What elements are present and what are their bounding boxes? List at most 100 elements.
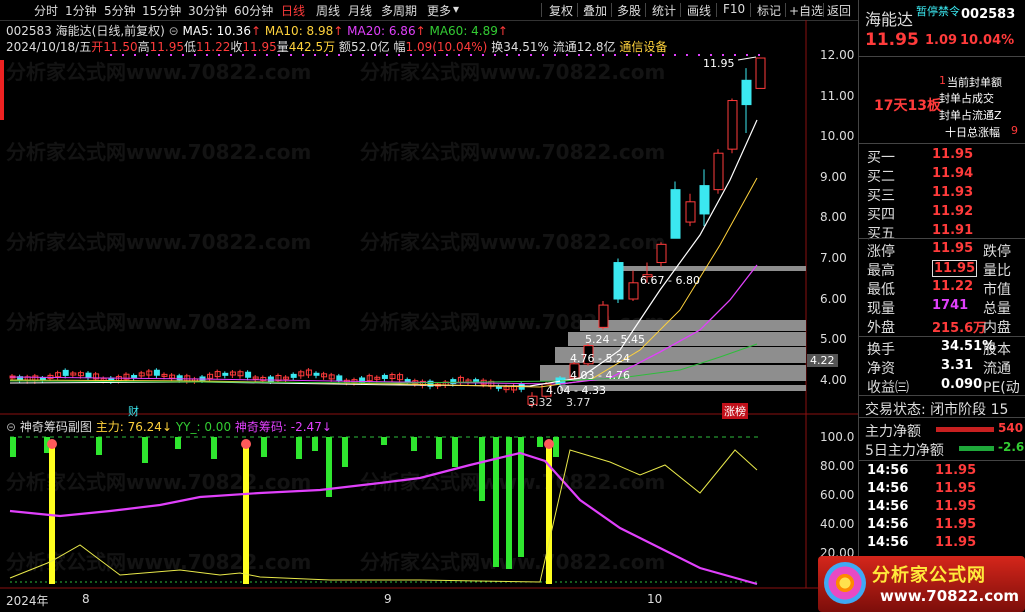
signal-dot xyxy=(241,439,251,449)
candle-body xyxy=(85,372,92,378)
green-bar xyxy=(342,437,348,467)
tick-row: 14:56 11.95 xyxy=(867,481,977,496)
candle-body xyxy=(699,185,710,215)
candle-body xyxy=(713,152,724,191)
indicator-header: ⊝ 神奇筹码副图 主力: 76.24↓ YY_: 0.00 神奇筹码: -2.4… xyxy=(6,420,332,434)
date-axis-month: 10 xyxy=(647,592,663,606)
price-change-pct: 10.04% xyxy=(960,33,1015,48)
green-bar xyxy=(493,437,499,567)
candle-body xyxy=(381,374,388,379)
yellow-signal-bar xyxy=(243,444,249,584)
tick-row: 14:56 11.95 xyxy=(867,517,977,532)
seal-item: 封单占成交 xyxy=(939,92,994,105)
price-change: 1.09 xyxy=(925,33,958,48)
quote-panel: 海能达 暂停禁令 002583 11.95 1.09 10.04% 17天13板… xyxy=(858,0,1025,612)
limit-up-streak: 17天13板 xyxy=(874,98,941,114)
tick-row: 14:56 11.95 xyxy=(867,463,977,478)
price-tick-label: 11.00 xyxy=(820,88,855,103)
candle-body xyxy=(336,375,343,382)
candle-body xyxy=(313,372,320,376)
price-tick-label: 8.00 xyxy=(820,210,847,225)
stat-row: 最高 11.95 量比 xyxy=(867,260,1011,279)
green-bar xyxy=(381,437,387,445)
candle-body xyxy=(670,189,681,239)
bid-row[interactable]: 买五 11.91 xyxy=(859,223,1025,242)
indicator-tick-label: 40.00 xyxy=(820,517,855,531)
stat-row: 外盘 215.6万 内盘 xyxy=(867,320,1011,336)
current-band-tag: 4.22 xyxy=(807,354,838,367)
low-mark-label: 3.32 xyxy=(528,396,553,409)
green-bar xyxy=(452,437,458,467)
status-badge: 暂停禁令 xyxy=(916,5,960,18)
indicator-tick-label: 80.00 xyxy=(820,459,855,473)
green-bar xyxy=(175,437,181,449)
green-bar xyxy=(537,437,543,447)
candle-body xyxy=(656,243,667,264)
tick-row: 14:56 11.95 xyxy=(867,535,977,550)
band-label: 6.67 - 6.80 xyxy=(640,274,700,287)
bid-row[interactable]: 买四 11.92 xyxy=(859,204,1025,223)
band-label: 4.76 - 5.24 xyxy=(570,352,630,365)
price-tick-label: 10.00 xyxy=(820,129,855,144)
bid-row[interactable]: 买一 11.95 xyxy=(859,147,1025,166)
chart-canvas[interactable] xyxy=(0,0,858,612)
green-bar xyxy=(296,437,302,459)
candle-body xyxy=(613,262,624,300)
five-day-net-bar xyxy=(959,446,994,451)
candle-body xyxy=(290,373,297,378)
stock-name: 海能达 xyxy=(865,10,914,29)
stat-row: 收益㈢ 0.090 PE(动 xyxy=(867,377,1020,396)
main-net-bar xyxy=(936,427,994,432)
green-bar xyxy=(553,437,559,457)
green-bar xyxy=(312,437,318,451)
site-logo: 分析家公式网 www.70822.com xyxy=(818,556,1025,612)
green-bar xyxy=(142,437,148,463)
date-axis-year: 2024年 xyxy=(6,594,49,608)
seal-item: 当前封单额 xyxy=(947,76,1002,89)
green-bar xyxy=(211,437,217,459)
stat-row: 涨停 11.95 跌停 xyxy=(867,241,1011,260)
bid-row[interactable]: 买二 11.94 xyxy=(859,166,1025,185)
top-gainer-tag[interactable]: 涨榜 xyxy=(722,403,748,419)
candle-body xyxy=(245,371,252,378)
five-day-net-value: -2.6 xyxy=(998,440,1025,454)
band-label: 3.77 xyxy=(566,396,591,409)
stock-terminal-window: 分析家公式网www.70822.com 分析家公式网www.70822.com … xyxy=(0,0,1025,612)
stat-row: 换手 34.51% 股本 xyxy=(867,339,1011,358)
finance-tag[interactable]: 财 xyxy=(128,403,139,419)
seal-item: 十日总涨幅 xyxy=(945,126,1000,139)
main-net-value: 540 xyxy=(998,421,1024,435)
price-tick-label: 4.00 xyxy=(820,372,847,387)
green-bar xyxy=(261,437,267,457)
candle-body xyxy=(741,79,752,106)
green-bar xyxy=(479,437,485,501)
high-mark-label: 11.95 xyxy=(703,57,735,70)
candle-body xyxy=(153,369,160,376)
main-net-label: 主力净额 xyxy=(865,424,921,440)
chip-band xyxy=(620,266,806,271)
chip-band xyxy=(580,320,806,331)
main-force-line xyxy=(9,449,758,583)
signal-dot xyxy=(47,439,57,449)
candle-body xyxy=(222,372,229,376)
band-label: 5.24 - 5.45 xyxy=(585,333,645,346)
trade-state: 交易状态: 闭市阶段 15 xyxy=(865,402,1009,418)
date-axis-month: 9 xyxy=(384,592,392,606)
candle-body xyxy=(252,376,259,380)
high-marker-line xyxy=(737,56,757,61)
green-bar xyxy=(436,437,442,459)
candle-body xyxy=(685,201,696,223)
stock-code: 002583 xyxy=(961,7,1016,22)
bid-row[interactable]: 买三 11.93 xyxy=(859,185,1025,204)
candle-body xyxy=(404,379,411,383)
candle-body xyxy=(755,57,766,89)
settings-icon[interactable]: ⊝ xyxy=(6,420,16,434)
seal-item: 封单占流通Z xyxy=(939,109,1002,122)
candle-body xyxy=(62,369,69,376)
indicator-tick-label: 100.0 xyxy=(820,430,855,444)
candle-body xyxy=(727,100,738,150)
stat-row: 净资 3.31 流通 xyxy=(867,358,1011,377)
price-tick-label: 7.00 xyxy=(820,251,847,265)
candle-body xyxy=(131,374,138,378)
green-bar xyxy=(96,437,102,455)
